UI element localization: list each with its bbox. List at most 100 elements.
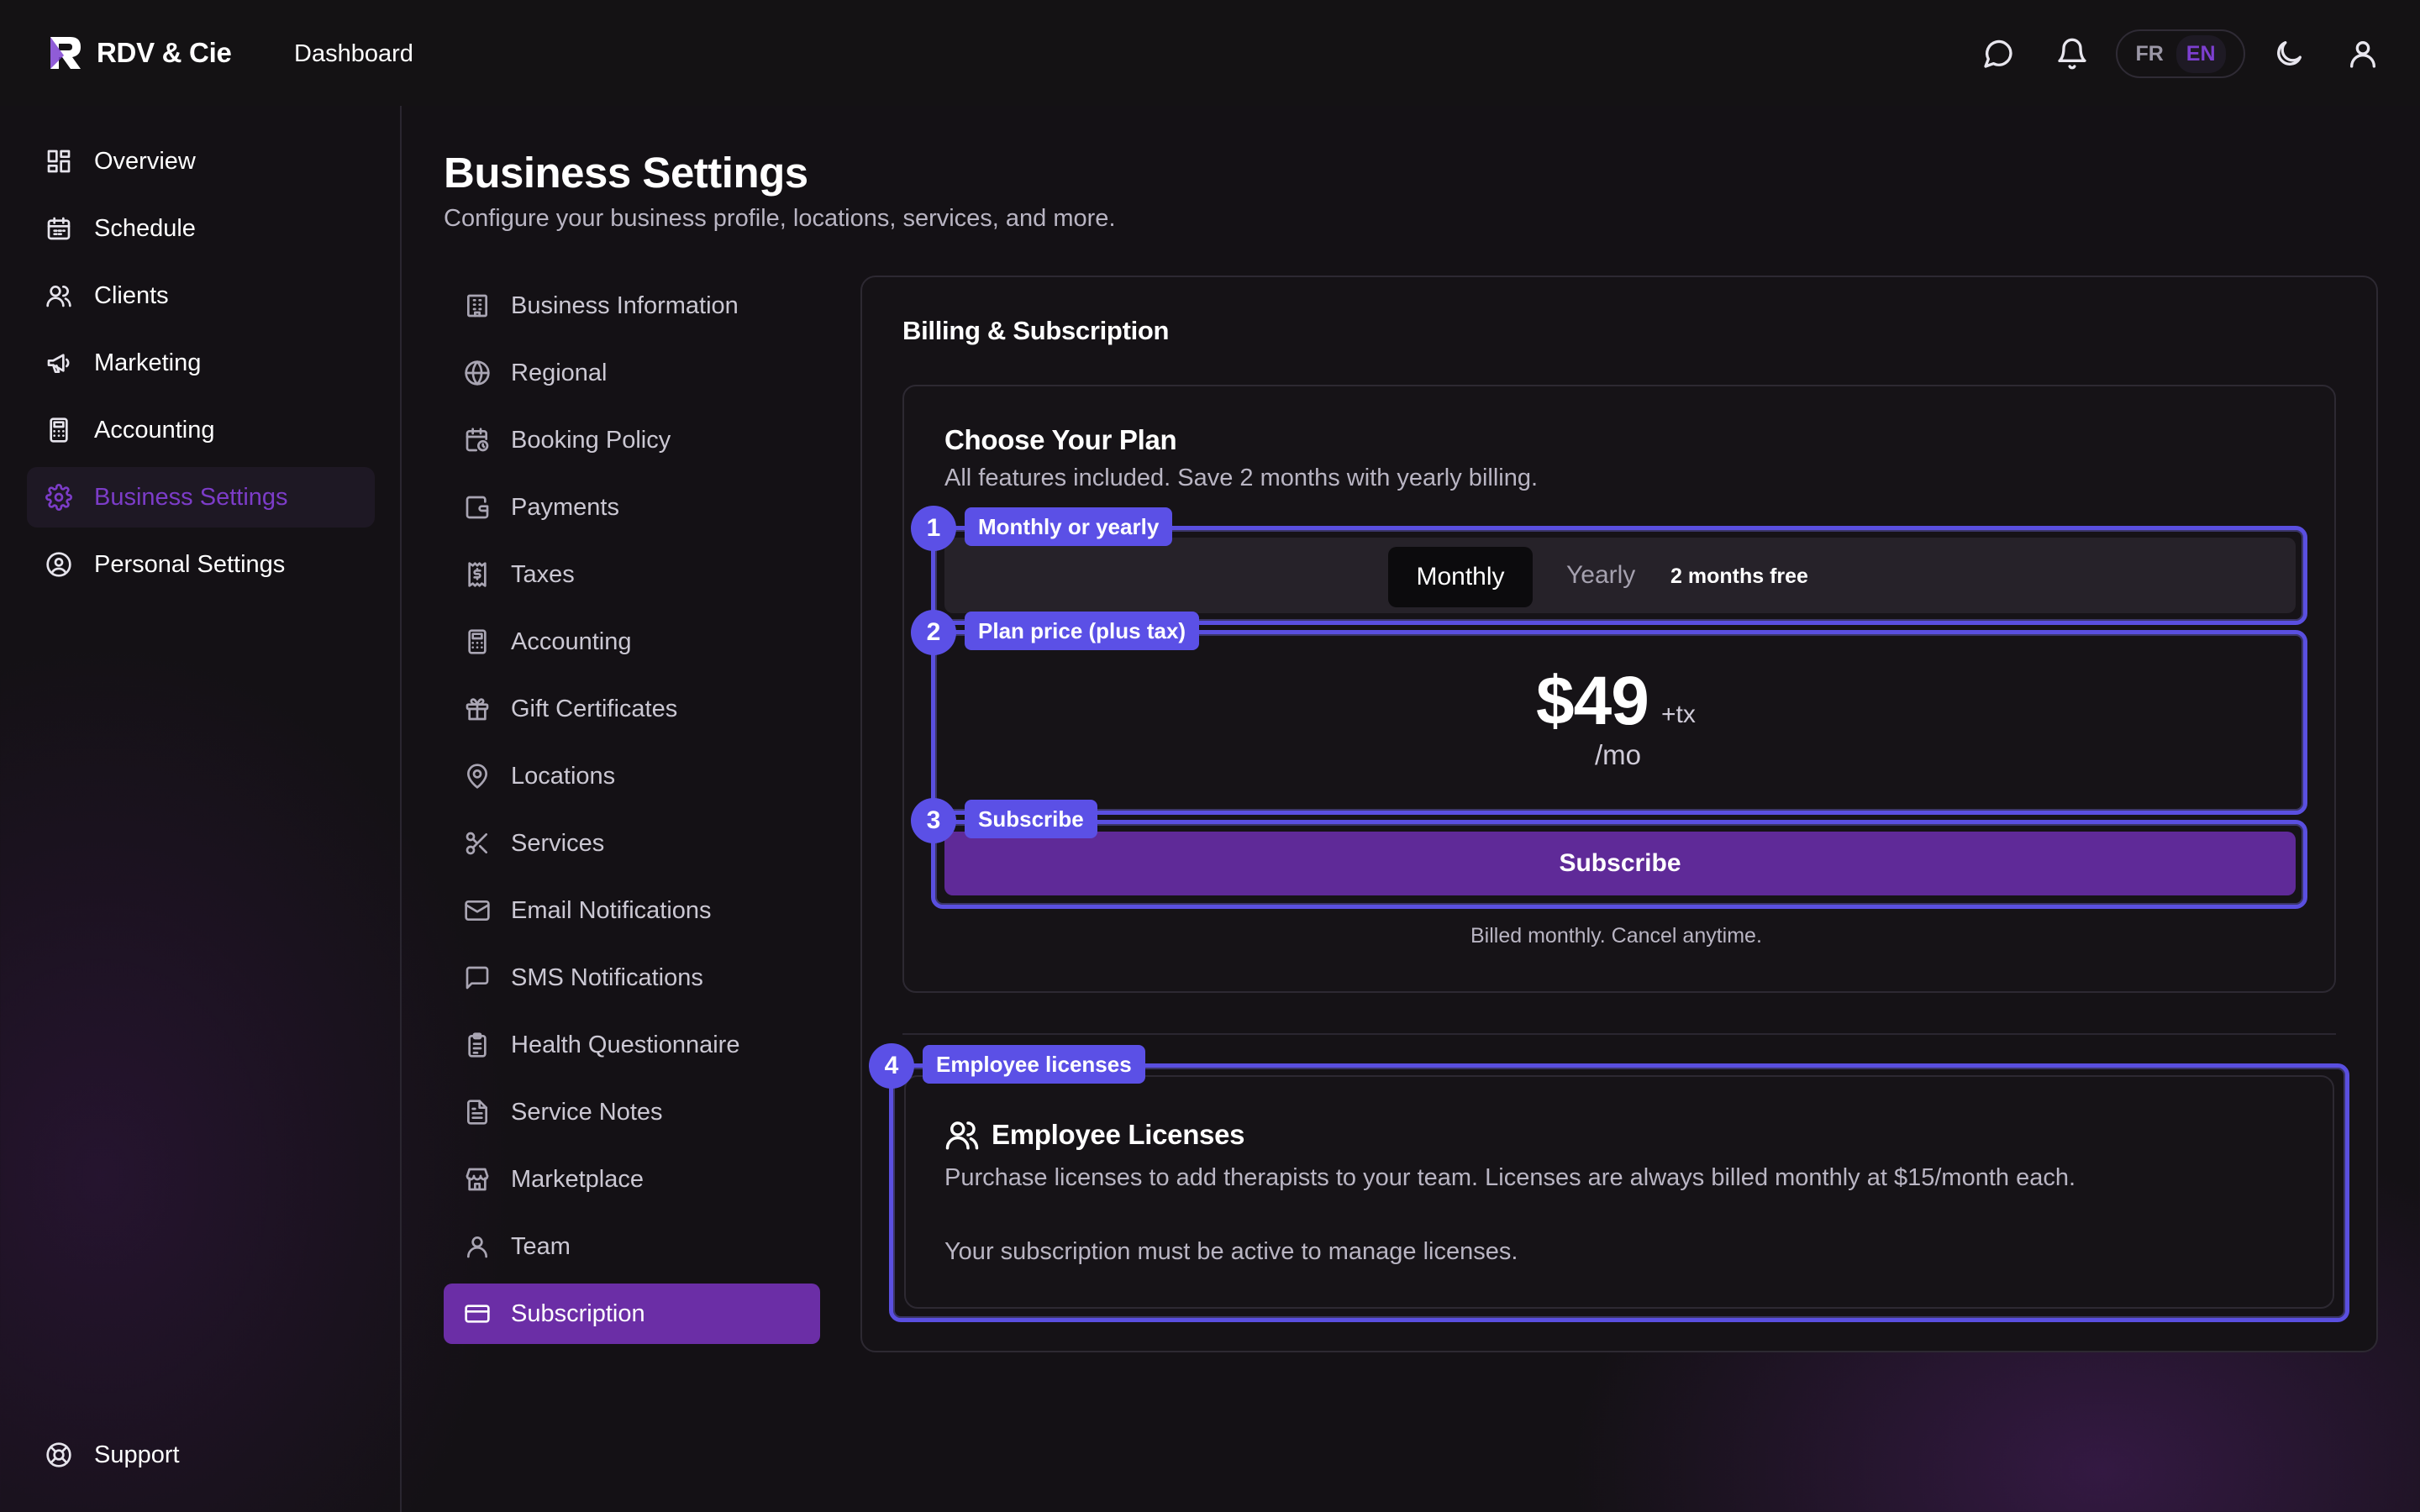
sidebar-item-support[interactable]: Support [27,1425,375,1485]
receipt-dollar-icon [468,562,487,587]
gift-icon [466,698,489,721]
sidebar-item-label: Schedule [94,214,196,242]
settings-item-services[interactable]: Services [444,813,820,874]
brand-logo-icon[interactable] [45,34,84,72]
plan-title: Choose Your Plan [944,424,1177,455]
settings-item-locations[interactable]: Locations [444,746,820,806]
settings-item-regional[interactable]: Regional [444,343,820,403]
sidebar-item-label: Support [94,1441,180,1468]
annotation-highlight-3 [931,820,2307,909]
settings-item-team[interactable]: Team [444,1216,820,1277]
settings-item-label: Payments [511,493,619,521]
settings-item-label: SMS Notifications [511,963,703,991]
sidebar-item-marketing[interactable]: Marketing [27,333,375,393]
sidebar-item-label: Business Settings [94,483,288,511]
wallet-icon [466,496,489,519]
user-circle-icon [46,552,71,577]
settings-item-label: Service Notes [511,1098,663,1126]
page-title: Business Settings [444,149,808,197]
sidebar-item-accounting[interactable]: Accounting [27,400,375,460]
settings-item-label: Gift Certificates [511,695,678,722]
calculator-icon [50,417,68,443]
sidebar-item-personal-settings[interactable]: Personal Settings [27,534,375,595]
calculator-icon [468,629,487,654]
user-icon [467,1236,487,1258]
user-account-icon[interactable] [2346,37,2380,71]
top-bar: RDV & Cie Dashboard FR EN [0,0,2420,106]
settings-item-business-information[interactable]: Business Information [444,276,820,336]
settings-item-payments[interactable]: Payments [444,477,820,538]
scissors-icon [466,832,487,855]
settings-item-subscription[interactable]: Subscription [444,1284,820,1344]
settings-item-health-questionnaire[interactable]: Health Questionnaire [444,1015,820,1075]
settings-item-label: Team [511,1232,571,1260]
annotation-highlight-2 [931,630,2307,815]
chat-icon[interactable] [1981,37,2015,71]
nav-link-dashboard[interactable]: Dashboard [294,40,413,68]
lifebuoy-icon [46,1442,71,1467]
annotation-label-4: Employee licenses [923,1045,1145,1084]
map-pin-icon [467,764,487,789]
sidebar-item-overview[interactable]: Overview [27,131,375,192]
billing-title: Billing & Subscription [902,316,1170,345]
settings-item-booking-policy[interactable]: Booking Policy [444,410,820,470]
lang-en-button[interactable]: EN [2175,34,2226,73]
grid-icon [47,150,71,173]
calendar-icon [47,217,71,240]
users-icon [46,286,71,307]
gear-icon [45,484,72,511]
message-square-icon [466,966,489,990]
language-switcher[interactable]: FR EN [2116,29,2245,78]
mail-icon [465,900,490,921]
lang-fr-button[interactable]: FR [2135,42,2163,66]
sidebar-item-business-settings[interactable]: Business Settings [27,467,375,528]
file-text-icon [467,1100,487,1125]
settings-item-label: Subscription [511,1299,645,1327]
sidebar-item-label: Overview [94,147,196,175]
sidebar-item-label: Accounting [94,416,215,444]
sidebar-item-label: Clients [94,281,169,309]
sidebar-item-label: Marketing [94,349,202,376]
settings-item-email-notifications[interactable]: Email Notifications [444,880,820,941]
main-sidebar: Overview Schedule Clients Marketing Acco… [0,106,402,1512]
page-subtitle: Configure your business profile, locatio… [444,205,1116,232]
sidebar-item-clients[interactable]: Clients [27,265,375,326]
settings-item-label: Services [511,829,605,857]
settings-item-label: Accounting [511,627,632,655]
settings-item-marketplace[interactable]: Marketplace [444,1149,820,1210]
annotation-label-1: Monthly or yearly [965,507,1173,546]
settings-item-label: Booking Policy [511,426,671,454]
billing-note: Billed monthly. Cancel anytime. [1470,924,1762,948]
settings-item-label: Email Notifications [511,896,712,924]
annotation-badge-2: 2 [911,610,956,655]
sidebar-item-label: Personal Settings [94,550,286,578]
bell-icon[interactable] [2055,37,2089,71]
building-icon [467,294,487,318]
brand-name[interactable]: RDV & Cie [97,37,232,69]
annotation-badge-1: 1 [911,506,956,551]
annotation-badge-3: 3 [911,798,956,843]
store-icon [466,1168,489,1191]
sidebar-item-schedule[interactable]: Schedule [27,198,375,259]
settings-item-label: Marketplace [511,1165,644,1193]
credit-card-icon [465,1305,490,1323]
plan-subtitle: All features included. Save 2 months wit… [944,465,1539,491]
annotation-label-2: Plan price (plus tax) [965,612,1200,650]
settings-item-label: Health Questionnaire [511,1031,740,1058]
clipboard-icon [468,1032,487,1058]
settings-item-label: Business Information [511,291,739,319]
settings-item-accounting[interactable]: Accounting [444,612,820,672]
settings-item-service-notes[interactable]: Service Notes [444,1082,820,1142]
annotation-highlight-4 [889,1063,2349,1322]
settings-item-sms-notifications[interactable]: SMS Notifications [444,948,820,1008]
calendar-clock-icon [466,428,489,452]
settings-item-gift-certificates[interactable]: Gift Certificates [444,679,820,739]
annotation-badge-4: 4 [869,1043,914,1089]
settings-item-label: Taxes [511,560,575,588]
globe-icon [465,360,490,386]
annotation-label-3: Subscribe [965,800,1097,838]
settings-item-label: Regional [511,359,608,386]
settings-item-label: Locations [511,762,616,790]
settings-item-taxes[interactable]: Taxes [444,544,820,605]
moon-icon[interactable] [2272,37,2306,71]
